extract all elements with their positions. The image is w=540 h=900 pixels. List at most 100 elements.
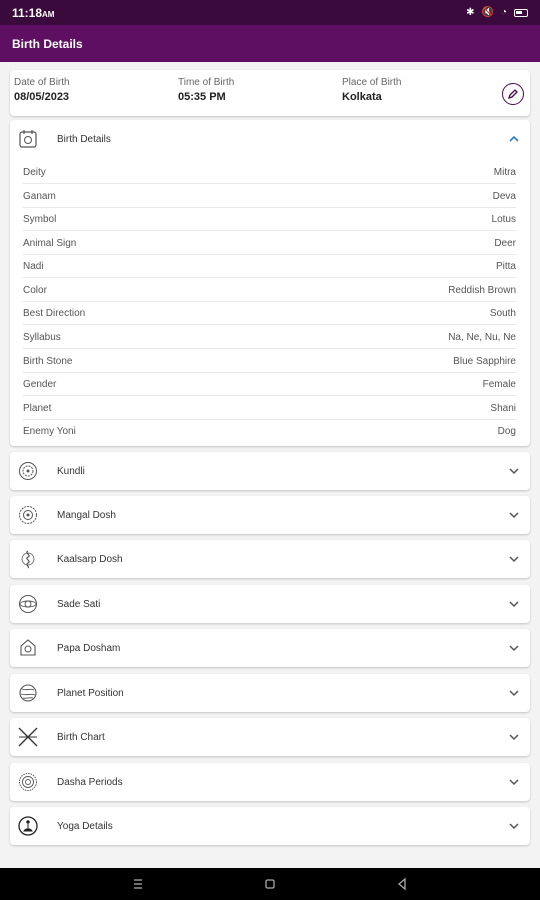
accordion-title: Birth Details: [57, 133, 111, 145]
accordion-header-yoga-details[interactable]: Yoga Details: [10, 807, 530, 845]
detail-row-color: Color Reddish Brown: [23, 279, 516, 302]
detail-row-ganam: Ganam Deva: [23, 185, 516, 208]
system-nav-bar: [0, 868, 540, 900]
chevron-down-icon: [509, 468, 519, 475]
chevron-down-icon: [509, 734, 519, 741]
chevron-down-icon: [509, 690, 519, 697]
accordion-papa-dosham: Papa Dosham: [10, 629, 530, 667]
accordion-planet-position: Planet Position: [10, 674, 530, 712]
chevron-up-icon: [509, 135, 519, 142]
menu-icon[interactable]: [131, 877, 145, 891]
accordion-title: Birth Chart: [57, 731, 105, 743]
accordion-yoga-details: Yoga Details: [10, 807, 530, 845]
detail-row-planet: Planet Shani: [23, 397, 516, 420]
detail-key: Animal Sign: [23, 237, 77, 249]
home-icon[interactable]: [263, 877, 277, 891]
accordion-title: Mangal Dosh: [57, 509, 116, 521]
detail-key: Symbol: [23, 213, 57, 225]
accordion-title: Kaalsarp Dosh: [57, 553, 123, 565]
accordion-birth-chart: Birth Chart: [10, 718, 530, 756]
accordion-mangal-dosh: Mangal Dosh: [10, 496, 530, 534]
detail-value: Pitta: [495, 260, 516, 272]
detail-key: Birth Stone: [23, 355, 73, 367]
accordion-header-papa-dosham[interactable]: Papa Dosham: [10, 629, 530, 667]
accordion-header-sade-sati[interactable]: Sade Sati: [10, 585, 530, 623]
accordion-header-birth-details[interactable]: Birth Details: [10, 120, 530, 158]
back-icon[interactable]: [395, 877, 409, 891]
accordion-title: Dasha Periods: [57, 776, 123, 788]
detail-value: Lotus: [491, 213, 516, 225]
detail-row-enemy-yoni: Enemy Yoni Dog: [23, 420, 516, 443]
accordion-header-dasha-periods[interactable]: Dasha Periods: [10, 763, 530, 801]
detail-row-gender: Gender Female: [23, 373, 516, 396]
chevron-down-icon: [509, 823, 519, 830]
accordion-header-planet-position[interactable]: Planet Position: [10, 674, 530, 712]
birth-info-card: Date of Birth 08/05/2023 Time of Birth 0…: [10, 70, 530, 116]
kundli-icon: [19, 462, 37, 480]
dob-value: 08/05/2023: [14, 91, 70, 103]
detail-value: Na, Ne, Nu, Ne: [448, 331, 516, 343]
detail-row-birth-stone: Birth Stone Blue Sapphire: [23, 350, 516, 373]
planet-icon: [19, 684, 37, 702]
kaalsarp-icon: [21, 550, 35, 569]
chevron-down-icon: [509, 601, 519, 608]
tob-value: 05:35 PM: [178, 91, 226, 103]
accordion-header-kaalsarp-dosh[interactable]: Kaalsarp Dosh: [10, 540, 530, 578]
sadesati-icon: [19, 595, 37, 613]
detail-key: Enemy Yoni: [23, 426, 76, 437]
status-bar: 11:18AM ✱ 🔇 ◔: [0, 0, 540, 25]
status-icons: ✱ 🔇 ◔: [466, 7, 528, 18]
mangal-icon: [19, 506, 37, 524]
detail-value: Female: [482, 378, 516, 390]
edit-button[interactable]: [502, 83, 524, 105]
detail-key: Syllabus: [23, 331, 61, 343]
accordion-dasha-periods: Dasha Periods: [10, 763, 530, 801]
detail-value: Mitra: [493, 166, 516, 178]
birthchart-icon: [18, 727, 38, 747]
accordion-header-birth-chart[interactable]: Birth Chart: [10, 718, 530, 756]
detail-value: South: [489, 307, 516, 319]
detail-row-animal-sign: Animal Sign Deer: [23, 232, 516, 255]
accordion-kundli: Kundli: [10, 452, 530, 490]
dasha-icon: [19, 773, 37, 791]
papa-icon: [20, 639, 36, 656]
chevron-down-icon: [509, 556, 519, 563]
pob-value: Kolkata: [342, 91, 382, 103]
accordion-kaalsarp-dosh: Kaalsarp Dosh: [10, 540, 530, 578]
detail-key: Gender: [23, 378, 57, 390]
battery-icon: [514, 8, 528, 17]
accordion-header-kundli[interactable]: Kundli: [10, 452, 530, 490]
detail-value: Dog: [497, 426, 516, 437]
bluetooth-icon: ✱: [466, 7, 475, 18]
tob-block: Time of Birth 05:35 PM: [178, 77, 234, 103]
accordion-birth-details: Birth Details Deity Mitra Ganam Deva Sym…: [10, 120, 530, 446]
accordion-title: Kundli: [57, 465, 85, 477]
detail-row-nadi: Nadi Pitta: [23, 255, 516, 278]
dob-label: Date of Birth: [14, 77, 70, 88]
detail-value: Blue Sapphire: [453, 355, 516, 367]
wifi-icon: ◔: [500, 7, 507, 18]
pob-block: Place of Birth Kolkata: [342, 77, 401, 103]
accordion-title: Sade Sati: [57, 598, 101, 610]
volume-mute-icon: 🔇: [481, 7, 494, 18]
pencil-icon: [507, 89, 518, 100]
accordion-sade-sati: Sade Sati: [10, 585, 530, 623]
accordion-header-mangal-dosh[interactable]: Mangal Dosh: [10, 496, 530, 534]
pob-label: Place of Birth: [342, 77, 402, 88]
calendar-om-icon: [19, 130, 37, 148]
detail-key: Deity: [23, 166, 46, 178]
detail-row-best-direction: Best Direction South: [23, 302, 516, 325]
detail-key: Best Direction: [23, 307, 86, 319]
detail-row-syllabus: Syllabus Na, Ne, Nu, Ne: [23, 326, 516, 349]
accordion-title: Papa Dosham: [57, 642, 121, 654]
detail-value: Reddish Brown: [448, 284, 516, 296]
accordion-title: Yoga Details: [57, 820, 113, 832]
chevron-down-icon: [509, 779, 519, 786]
chevron-down-icon: [509, 512, 519, 519]
detail-row-symbol: Symbol Lotus: [23, 208, 516, 231]
detail-value: Deer: [494, 237, 516, 249]
content-area: Date of Birth 08/05/2023 Time of Birth 0…: [0, 62, 540, 868]
detail-key: Color: [23, 284, 47, 296]
detail-key: Ganam: [23, 190, 56, 202]
chevron-down-icon: [509, 645, 519, 652]
